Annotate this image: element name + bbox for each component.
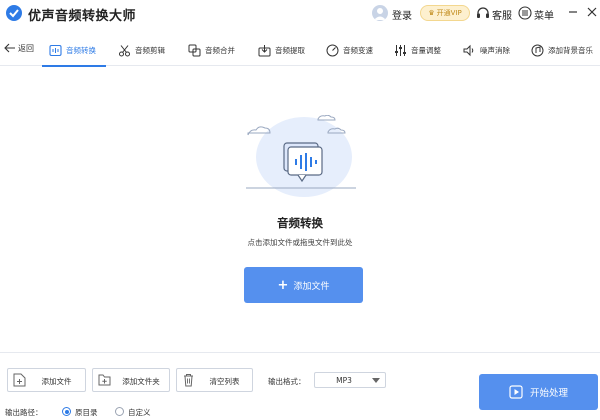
vip-button[interactable]: ♛ 开通VIP <box>420 5 470 21</box>
tab-label: 音量调整 <box>411 45 441 55</box>
add-file-bottom-button[interactable]: 添加文件 <box>7 368 86 392</box>
radio-custom-dir-label[interactable]: 自定义 <box>128 407 151 418</box>
add-folder-label: 添加文件夹 <box>122 377 160 386</box>
noise-icon <box>463 44 474 56</box>
login-link[interactable]: 登录 <box>392 7 412 22</box>
service-link[interactable]: 客服 <box>492 7 512 22</box>
tab-audio-convert[interactable]: 音频转换 <box>49 36 96 64</box>
tab-label: 音频变速 <box>343 45 373 55</box>
tab-audio-extract[interactable]: 音频提取 <box>258 36 305 64</box>
radio-original-dir-label[interactable]: 原目录 <box>75 407 98 418</box>
divider <box>0 352 600 353</box>
add-file-button[interactable]: + 添加文件 <box>244 267 363 303</box>
music-add-icon <box>531 44 544 56</box>
output-format-label: 输出格式： <box>268 377 306 386</box>
audio-illustration-icon <box>246 115 356 197</box>
main-subtitle: 点击添加文件或拖曳文件到此处 <box>247 238 353 247</box>
tab-label: 音频提取 <box>275 45 305 55</box>
start-process-label: 开始处理 <box>529 388 568 399</box>
back-label: 返回 <box>18 43 34 53</box>
minimize-icon[interactable] <box>566 5 580 19</box>
speed-icon <box>326 44 339 56</box>
equalizer-icon <box>395 44 406 56</box>
clear-list-button[interactable]: 清空列表 <box>176 368 253 392</box>
start-process-button[interactable]: 开始处理 <box>479 374 598 410</box>
output-format-value: MP3 <box>336 376 352 385</box>
chevron-down-icon <box>372 378 380 383</box>
tab-label: 噪声消除 <box>480 45 510 55</box>
play-icon <box>509 385 523 399</box>
app-title: 优声音频转换大师 <box>28 9 137 24</box>
user-avatar-icon[interactable] <box>372 5 388 21</box>
tab-noise-removal[interactable]: 噪声消除 <box>463 36 510 64</box>
tab-audio-merge[interactable]: 音频合并 <box>188 36 235 64</box>
add-folder-button[interactable]: 添加文件夹 <box>92 368 170 392</box>
audio-convert-icon <box>49 44 62 56</box>
title-bar: 优声音频转换大师 登录 ♛ 开通VIP 客服 菜单 <box>0 0 600 28</box>
clear-list-label: 清空列表 <box>209 377 240 386</box>
radio-original-dir[interactable] <box>62 407 71 416</box>
scissors-icon <box>119 44 130 56</box>
close-icon[interactable] <box>585 5 599 19</box>
add-file-label: 添加文件 <box>293 281 330 292</box>
tab-add-bgm[interactable]: 添加背景音乐 <box>531 36 593 64</box>
merge-icon <box>188 44 201 56</box>
crown-icon: ♛ <box>428 9 435 17</box>
output-path-label: 输出路径： <box>5 408 43 417</box>
tab-audio-speed[interactable]: 音频变速 <box>326 36 373 64</box>
feature-toolbar: 返回 音频转换 音频剪辑 音频合并 音频提取 音频变速 音量调整 噪声消除 添加… <box>0 30 600 66</box>
app-logo-icon <box>6 5 22 21</box>
tab-label: 音频合并 <box>205 45 235 55</box>
tab-label: 音频转换 <box>66 45 96 55</box>
tab-audio-cut[interactable]: 音频剪辑 <box>118 36 165 64</box>
arrow-left-icon <box>4 43 15 53</box>
tab-volume-adjust[interactable]: 音量调整 <box>394 36 441 64</box>
headset-icon[interactable] <box>476 6 490 20</box>
menu-icon[interactable] <box>518 6 532 20</box>
add-file-bottom-label: 添加文件 <box>41 377 72 386</box>
extract-icon <box>258 44 271 56</box>
back-button[interactable]: 返回 <box>4 40 34 56</box>
tab-label: 音频剪辑 <box>135 45 165 55</box>
vip-label: 开通VIP <box>436 9 462 17</box>
drop-zone[interactable]: 音频转换 点击添加文件或拖曳文件到此处 + 添加文件 <box>0 67 600 352</box>
tab-label: 添加背景音乐 <box>548 45 593 55</box>
menu-link[interactable]: 菜单 <box>534 7 554 22</box>
main-title: 音频转换 <box>277 216 323 230</box>
radio-custom-dir[interactable] <box>115 407 124 416</box>
plus-icon: + <box>277 277 289 293</box>
output-format-select[interactable]: MP3 <box>314 372 386 388</box>
